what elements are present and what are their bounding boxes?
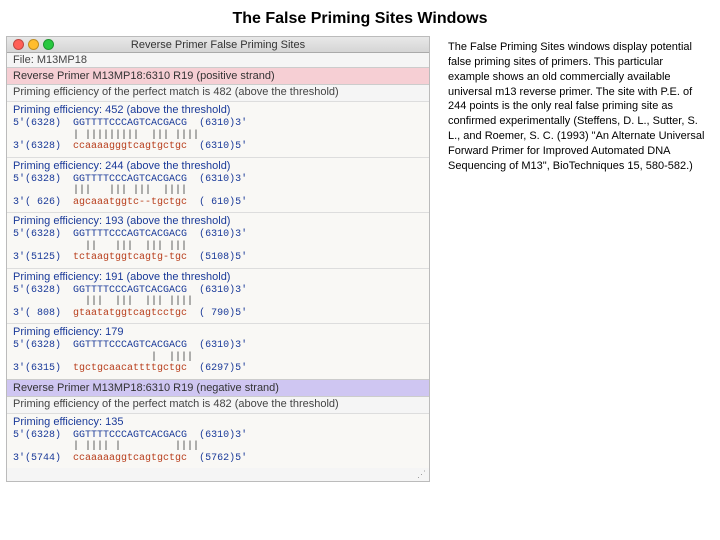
primer-sequence: 5'(6328) GGTTTTCCCAGTCACGACG (6310)3' [13,174,423,186]
page-title: The False Priming Sites Windows [0,0,720,36]
site-efficiency-label: Priming efficiency: 135 [13,416,423,430]
resize-handle-icon[interactable]: ⋰ [7,468,429,481]
site-efficiency-label: Priming efficiency: 193 (above the thres… [13,215,423,229]
file-label: File: M13MP18 [7,53,429,67]
titlebar: Reverse Primer False Priming Sites [7,37,429,53]
description-text: The False Priming Sites windows display … [448,36,714,482]
priming-site: Priming efficiency: 191 (above the thres… [7,268,429,324]
site-efficiency-label: Priming efficiency: 191 (above the thres… [13,271,423,285]
target-sequence: 3'(5744) ccaaaaaggtcagtgctgc (5762)5' [13,453,423,465]
negative-strand-header: Reverse Primer M13MP18:6310 R19 (negativ… [7,379,429,397]
target-sequence: 3'(5125) tctaagtggtcagtg-tgc (5108)5' [13,252,423,264]
priming-site: Priming efficiency: 244 (above the thres… [7,157,429,213]
site-efficiency-label: Priming efficiency: 179 [13,326,423,340]
alignment-bars: || ||| ||| ||| [13,241,423,253]
alignment-bars: | ||||||||| ||| |||| [13,130,423,142]
primer-sequence: 5'(6328) GGTTTTCCCAGTCACGACG (6310)3' [13,430,423,442]
alignment-bars: ||| ||| ||| |||| [13,185,423,197]
priming-site: Priming efficiency: 1355'(6328) GGTTTTCC… [7,413,429,469]
target-sequence: 3'( 808) gtaatatggtcagtcctgc ( 790)5' [13,308,423,320]
positive-strand-header: Reverse Primer M13MP18:6310 R19 (positiv… [7,67,429,85]
priming-site: Priming efficiency: 193 (above the thres… [7,212,429,268]
window-title: Reverse Primer False Priming Sites [7,39,429,51]
target-sequence: 3'(6315) tgctgcaacattttgctgc (6297)5' [13,363,423,375]
site-efficiency-label: Priming efficiency: 244 (above the thres… [13,160,423,174]
mac-window: Reverse Primer False Priming Sites File:… [6,36,430,482]
priming-site: Priming efficiency: 452 (above the thres… [7,101,429,157]
site-efficiency-label: Priming efficiency: 452 (above the thres… [13,104,423,118]
target-sequence: 3'(6328) ccaaaagggtcagtgctgc (6310)5' [13,141,423,153]
positive-strand-efficiency: Priming efficiency of the perfect match … [7,85,429,101]
alignment-bars: ||| ||| ||| |||| [13,296,423,308]
primer-sequence: 5'(6328) GGTTTTCCCAGTCACGACG (6310)3' [13,285,423,297]
primer-sequence: 5'(6328) GGTTTTCCCAGTCACGACG (6310)3' [13,229,423,241]
priming-site: Priming efficiency: 1795'(6328) GGTTTTCC… [7,323,429,379]
primer-sequence: 5'(6328) GGTTTTCCCAGTCACGACG (6310)3' [13,340,423,352]
content-area: Reverse Primer False Priming Sites File:… [0,36,720,482]
alignment-bars: | |||| [13,352,423,364]
negative-strand-efficiency: Priming efficiency of the perfect match … [7,397,429,413]
primer-sequence: 5'(6328) GGTTTTCCCAGTCACGACG (6310)3' [13,118,423,130]
target-sequence: 3'( 626) agcaaatggtc--tgctgc ( 610)5' [13,197,423,209]
screenshot-panel: Reverse Primer False Priming Sites File:… [6,36,430,482]
alignment-bars: | |||| | |||| [13,441,423,453]
